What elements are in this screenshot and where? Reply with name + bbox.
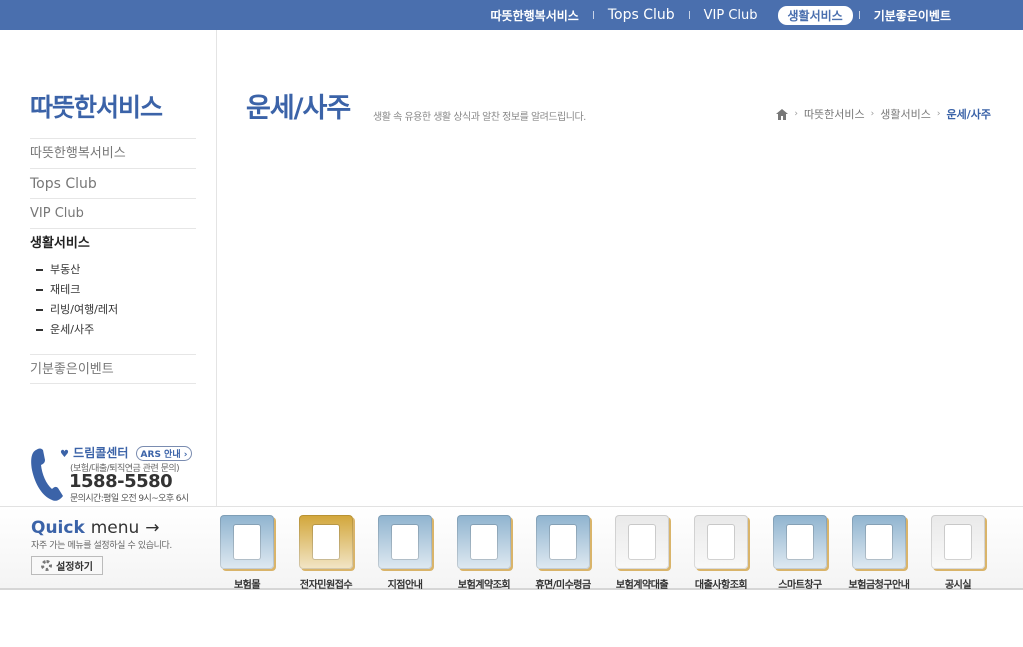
setting-label: 설정하기 — [56, 562, 93, 573]
breadcrumb-current: 운세/사주 — [946, 108, 992, 121]
quick-label: Quick — [31, 518, 85, 538]
contract-loan-icon — [615, 515, 669, 569]
quick-item[interactable]: 대출사항조회 — [681, 513, 761, 591]
breadcrumb: › 따뜻한서비스 › 생활서비스 › 운세/사주 — [776, 106, 991, 122]
breadcrumb-item[interactable]: 따뜻한서비스 — [804, 106, 865, 122]
quick-item[interactable]: 스마트창구 — [760, 513, 840, 591]
quick-menu-title: Quick menu → — [31, 518, 159, 538]
quick-item[interactable]: 전자민원접수 — [286, 513, 366, 591]
call-center-hours: 문의시간:평일 오전 9시~오후 6시 — [70, 494, 189, 504]
heart-icon: ♥ — [60, 449, 69, 460]
public-notice-icon — [931, 515, 985, 569]
breadcrumb-arrow-icon: › — [794, 109, 798, 119]
icon-inner — [471, 525, 497, 559]
submenu-label: 운세/사주 — [50, 323, 95, 336]
sidebar-submenu: 부동산 재테크 리빙/여행/레저 운세/사주 — [30, 258, 196, 354]
icon-inner — [550, 525, 576, 559]
icon-inner — [392, 525, 418, 559]
quick-menu-description: 자주 가는 메뉴를 설정하실 수 있습니다. — [31, 541, 172, 551]
submenu-label: 리빙/여행/레저 — [50, 303, 119, 316]
quick-item[interactable]: 지점안내 — [365, 513, 445, 591]
gear-icon — [41, 560, 53, 571]
sidebar-item-happy-service[interactable]: 따뜻한행복서비스 — [30, 138, 196, 168]
top-bar: 따뜻한행복서비스 Tops Club VIP Club 생활서비스 기분좋은이벤… — [0, 0, 1023, 30]
topnav-happy-service[interactable]: 따뜻한행복서비스 — [477, 7, 593, 24]
home-icon[interactable] — [776, 108, 789, 120]
icon-inner — [234, 525, 260, 559]
icon-inner — [313, 525, 339, 559]
dash-icon — [36, 329, 43, 331]
quick-item[interactable]: 보험계약대출 — [602, 513, 682, 591]
smart-window-icon — [773, 515, 827, 569]
submenu-item-real-estate[interactable]: 부동산 — [36, 260, 196, 280]
submenu-label: 재테크 — [50, 283, 81, 296]
breadcrumb-item[interactable]: 생활서비스 — [880, 106, 931, 122]
icon-inner — [866, 525, 892, 559]
quick-item[interactable]: 공시실 — [918, 513, 998, 591]
loan-search-icon — [694, 515, 748, 569]
icon-inner — [629, 525, 655, 559]
sidebar: 따뜻한서비스 따뜻한행복서비스 Tops Club VIP Club 생활서비스… — [0, 30, 217, 506]
menu-label: menu — [90, 518, 140, 538]
quick-menu-bar: Quick menu → 자주 가는 메뉴를 설정하실 수 있습니다. 설정하기… — [0, 506, 1023, 591]
topnav-life-service[interactable]: 생활서비스 — [777, 5, 853, 25]
breadcrumb-arrow-icon: › — [870, 109, 875, 119]
icon-inner — [945, 525, 971, 559]
call-center-name: 드림콜센터 — [73, 446, 129, 460]
sidebar-item-vip-club[interactable]: VIP Club — [30, 198, 196, 228]
e-complaint-icon — [299, 515, 353, 569]
call-center: ♥ 드림콜센터 ARS 안내 › (보험/대출/퇴직연금 관련 문의) 1588… — [30, 444, 210, 504]
page-title: 운세/사주 — [246, 93, 351, 124]
ars-guide-button[interactable]: ARS 안내 › — [135, 446, 193, 461]
dash-icon — [36, 269, 43, 271]
quick-item[interactable]: 보험몰 — [207, 513, 287, 591]
top-nav: 따뜻한행복서비스 Tops Club VIP Club 생활서비스 기분좋은이벤… — [477, 0, 966, 30]
dormant-money-icon — [536, 515, 590, 569]
sidebar-item-life-service[interactable]: 생활서비스 — [30, 228, 196, 258]
quick-item[interactable]: 휴면/미수령금 — [523, 513, 603, 591]
quick-setting-button[interactable]: 설정하기 — [31, 556, 103, 575]
contract-search-icon — [457, 515, 511, 569]
dash-icon — [36, 309, 43, 311]
claim-guide-icon — [852, 515, 906, 569]
sidebar-title: 따뜻한서비스 — [30, 93, 163, 122]
sidebar-item-tops-club[interactable]: Tops Club — [30, 168, 196, 198]
quick-item[interactable]: 보험금청구안내 — [839, 513, 919, 591]
icon-inner — [787, 525, 813, 559]
sidebar-item-event[interactable]: 기분좋은이벤트 — [30, 354, 196, 384]
ars-label: ARS 안내 — [140, 450, 181, 460]
topnav-event[interactable]: 기분좋은이벤트 — [860, 7, 965, 24]
dash-icon — [36, 289, 43, 291]
submenu-label: 부동산 — [50, 263, 81, 276]
call-center-title: ♥ 드림콜센터 ARS 안내 › — [60, 444, 193, 461]
submenu-item-living[interactable]: 리빙/여행/레저 — [36, 300, 196, 320]
topnav-vip-club[interactable]: VIP Club — [690, 8, 772, 23]
topnav-tops-club[interactable]: Tops Club — [594, 7, 689, 23]
sidebar-menu: 따뜻한행복서비스 Tops Club VIP Club 생활서비스 부동산 재테… — [30, 138, 196, 384]
quick-item[interactable]: 보험계약조회 — [444, 513, 524, 591]
quick-item-label: 공시실 — [944, 580, 972, 591]
insurance-mall-icon — [220, 515, 274, 569]
call-center-phone: 1588-5580 — [69, 471, 173, 492]
icon-inner — [708, 525, 734, 559]
branch-guide-icon — [378, 515, 432, 569]
submenu-item-investment[interactable]: 재테크 — [36, 280, 196, 300]
main-content: 운세/사주 생활 속 유용한 생활 상식과 알찬 정보를 알려드립니다. › 따… — [218, 30, 1023, 506]
breadcrumb-arrow-icon: › — [936, 109, 941, 119]
arrow-right-icon: → — [145, 518, 160, 538]
page-description: 생활 속 유용한 생활 상식과 알찬 정보를 알려드립니다. — [373, 112, 586, 123]
submenu-item-fortune[interactable]: 운세/사주 — [36, 320, 196, 340]
